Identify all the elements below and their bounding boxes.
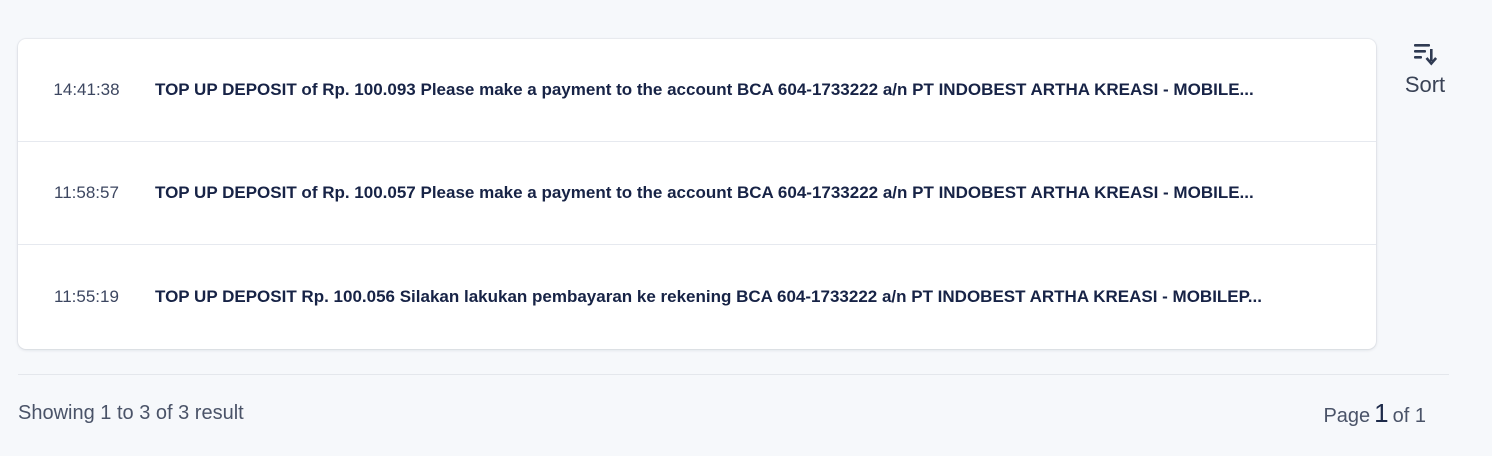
notification-list: 14:41:38 TOP UP DEPOSIT of Rp. 100.093 P… — [18, 39, 1376, 349]
divider — [18, 374, 1449, 375]
results-count: Showing 1 to 3 of 3 result — [18, 402, 244, 424]
page-label: Page — [1323, 405, 1371, 427]
list-item[interactable]: 14:41:38 TOP UP DEPOSIT of Rp. 100.093 P… — [18, 39, 1376, 142]
item-time: 14:41:38 — [53, 80, 120, 99]
item-time: 11:58:57 — [54, 183, 119, 202]
pagination: Page 1 of 1 — [1323, 398, 1426, 429]
item-time: 11:55:19 — [54, 287, 119, 306]
item-message: TOP UP DEPOSIT Rp. 100.056 Silakan lakuk… — [155, 287, 1262, 306]
sort-button[interactable]: Sort — [1396, 40, 1454, 98]
list-item[interactable]: 11:55:19 TOP UP DEPOSIT Rp. 100.056 Sila… — [18, 245, 1376, 349]
item-message: TOP UP DEPOSIT of Rp. 100.057 Please mak… — [155, 183, 1254, 202]
page-total: of 1 — [1392, 405, 1426, 427]
sort-label: Sort — [1404, 72, 1446, 97]
sort-icon — [1411, 40, 1439, 66]
list-item[interactable]: 11:58:57 TOP UP DEPOSIT of Rp. 100.057 P… — [18, 142, 1376, 245]
page-current: 1 — [1374, 398, 1389, 428]
item-message: TOP UP DEPOSIT of Rp. 100.093 Please mak… — [155, 80, 1254, 99]
